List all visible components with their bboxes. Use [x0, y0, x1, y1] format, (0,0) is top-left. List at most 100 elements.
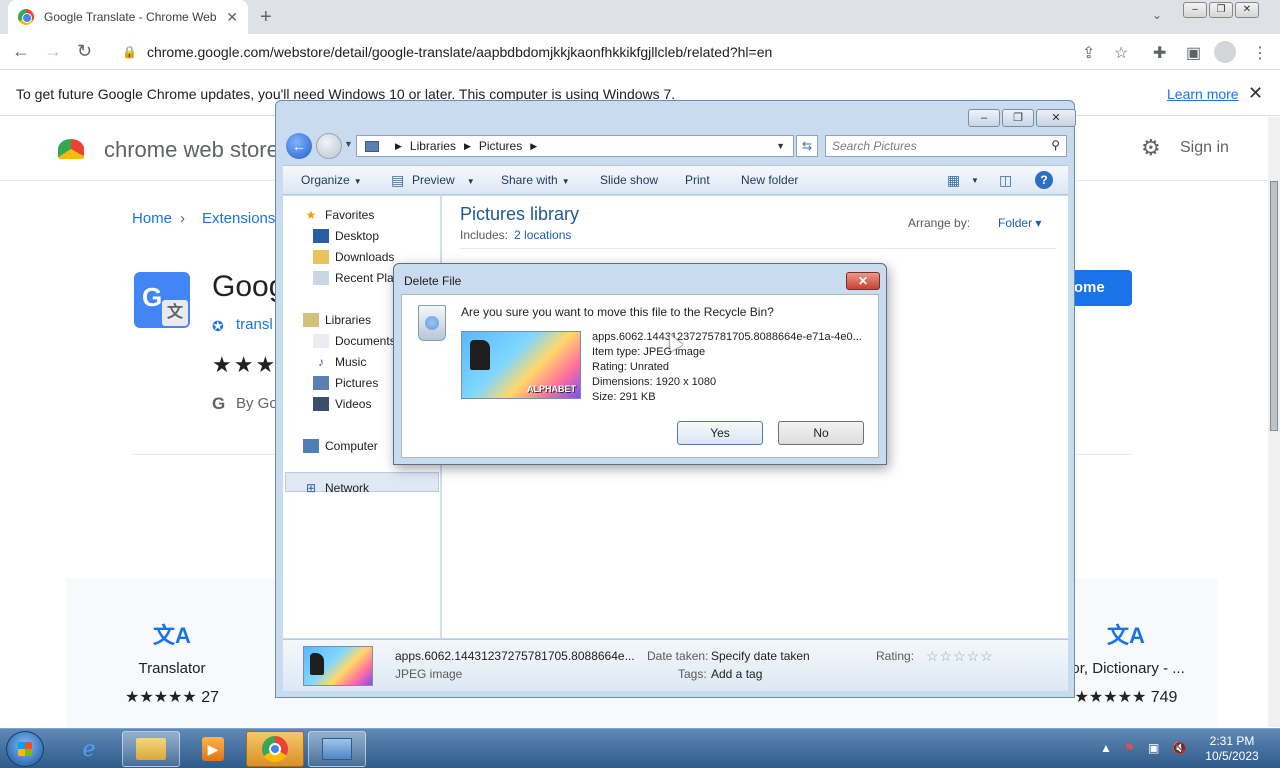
nav-item-downloads[interactable]: Downloads — [313, 250, 394, 264]
nav-item-recent-places[interactable]: Recent Plac — [313, 271, 400, 285]
webstore-title[interactable]: chrome web store — [104, 137, 279, 163]
dialog-question: Are you sure you want to move this file … — [461, 305, 774, 319]
browser-toolbar: ← → ↻ 🔒 chrome.google.com/webstore/detai… — [0, 34, 1280, 70]
dialog-close-button[interactable]: ✕ — [846, 272, 880, 290]
breadcrumb-pictures[interactable]: Pictures — [479, 139, 522, 153]
close-infobar-icon[interactable]: ✕ — [1248, 83, 1263, 104]
date-taken-label: Date taken: — [647, 649, 709, 663]
side-panel-icon[interactable]: ▣ — [1186, 43, 1201, 63]
share-icon[interactable]: ⇪ — [1082, 43, 1095, 63]
play-icon: ▶ — [202, 737, 224, 761]
related-card[interactable]: 文A Translator ★★★★★ 27 — [114, 618, 230, 707]
clock-time: 2:31 PM — [1209, 734, 1255, 748]
clock-date: 10/5/2023 — [1205, 749, 1259, 763]
breadcrumb-arrow-icon[interactable]: ▶ — [530, 141, 537, 152]
no-button[interactable]: No — [778, 421, 864, 445]
arrange-value: Folder — [998, 216, 1033, 230]
change-view-icon[interactable]: ▦ — [947, 172, 960, 189]
page-scrollbar[interactable] — [1268, 117, 1280, 727]
search-input[interactable]: Search Pictures ⚲ — [825, 135, 1067, 157]
folder-icon — [136, 738, 166, 760]
extension-site-link[interactable]: transl — [236, 316, 273, 333]
explorer-minimize-button[interactable]: – — [968, 109, 1000, 127]
explorer-forward-icon[interactable] — [316, 133, 342, 159]
search-icon[interactable]: ⚲ — [1051, 138, 1060, 152]
breadcrumb-extensions[interactable]: Extensions — [202, 210, 275, 227]
nav-item-network[interactable]: ⊞ Network — [303, 481, 369, 495]
system-clock[interactable]: 2:31 PM 10/5/2023 — [1204, 734, 1260, 764]
show-hidden-icons-icon[interactable]: ▲ — [1100, 741, 1112, 755]
profile-avatar[interactable] — [1214, 41, 1236, 63]
tab-search-chevron-icon[interactable]: ⌄ — [1152, 8, 1162, 22]
locations-link[interactable]: 2 locations — [514, 228, 571, 242]
nav-item-computer[interactable]: Computer — [303, 439, 378, 453]
share-with-button[interactable]: Share with ▼ — [501, 173, 570, 187]
address-bar[interactable]: 🔒 chrome.google.com/webstore/detail/goog… — [110, 38, 1110, 66]
minimize-window-button[interactable]: – — [1183, 2, 1207, 18]
network-tray-icon[interactable]: ▣ — [1148, 741, 1159, 755]
chrome-icon[interactable] — [246, 731, 304, 767]
refresh-icon[interactable]: ⇆ — [796, 135, 818, 157]
breadcrumb-libraries[interactable]: Libraries — [410, 139, 456, 153]
rating-stars-input[interactable]: ☆☆☆☆☆ — [926, 648, 994, 665]
nav-item-documents[interactable]: Documents — [313, 334, 396, 348]
arrange-by: Arrange by: Folder ▾ — [908, 216, 1041, 230]
explorer-address-bar[interactable]: ▶ Libraries ▶ Pictures ▶ ▼ — [356, 135, 794, 157]
reload-icon[interactable]: ↻ — [77, 41, 92, 62]
yes-button[interactable]: Yes — [677, 421, 763, 445]
gear-icon[interactable]: ⚙ — [1141, 135, 1161, 161]
breadcrumb-arrow-icon[interactable]: ▶ — [395, 141, 402, 152]
close-window-button[interactable]: ✕ — [1235, 2, 1259, 18]
breadcrumb-arrow-icon[interactable]: ▶ — [464, 141, 471, 152]
chrome-logo-center — [269, 743, 281, 755]
nav-item-desktop[interactable]: Desktop — [313, 229, 379, 243]
slide-show-button[interactable]: Slide show — [600, 173, 658, 187]
learn-more-link[interactable]: Learn more — [1167, 86, 1239, 102]
pictures-icon — [313, 376, 329, 390]
browser-tab[interactable]: Google Translate - Chrome Web ✕ — [8, 0, 248, 34]
nav-item-music[interactable]: ♪ Music — [313, 355, 366, 369]
volume-muted-icon[interactable]: 🔇 — [1172, 741, 1187, 755]
tags-field[interactable]: Add a tag — [711, 667, 762, 681]
sign-in-link[interactable]: Sign in — [1180, 139, 1229, 157]
address-dropdown-icon[interactable]: ▼ — [776, 141, 785, 151]
close-tab-icon[interactable]: ✕ — [226, 9, 238, 26]
back-icon[interactable]: ← — [12, 41, 30, 62]
nav-item-pictures[interactable]: Pictures — [313, 376, 378, 390]
date-taken-field[interactable]: Specify date taken — [711, 649, 810, 663]
extensions-puzzle-icon[interactable]: ✚ — [1153, 43, 1166, 63]
forward-icon[interactable]: → — [44, 41, 62, 62]
related-name: Translator — [138, 660, 206, 677]
nav-item-libraries[interactable]: Libraries — [303, 313, 371, 327]
organize-button[interactable]: Organize ▼ — [301, 173, 362, 187]
restore-window-button[interactable]: ❐ — [1209, 2, 1233, 18]
view-dropdown-icon[interactable]: ▼ — [971, 176, 979, 185]
preview-pane-icon[interactable]: ◫ — [999, 172, 1012, 189]
windows-explorer-icon[interactable] — [122, 731, 180, 767]
extension-publisher: By Go — [236, 395, 278, 412]
help-icon[interactable]: ? — [1035, 171, 1053, 189]
preview-button[interactable]: Preview ▼ — [412, 173, 475, 187]
related-card[interactable]: 文A tor, Dictionary - ... ★★★★★ 749 — [1056, 618, 1196, 707]
print-button[interactable]: Print — [685, 173, 710, 187]
explorer-close-button[interactable]: ✕ — [1036, 109, 1076, 127]
menu-kebab-icon[interactable]: ⋮ — [1252, 43, 1268, 63]
breadcrumb-home[interactable]: Home — [132, 210, 172, 227]
arrange-dropdown[interactable]: Folder ▾ — [984, 216, 1041, 230]
nav-item-videos[interactable]: Videos — [313, 397, 371, 411]
internet-explorer-icon[interactable]: ℯ — [60, 731, 118, 767]
explorer-back-icon[interactable]: ← — [286, 133, 312, 159]
nav-item-favorites[interactable]: ★ Favorites — [303, 208, 375, 222]
media-player-icon[interactable]: ▶ — [184, 731, 242, 767]
control-panel-icon[interactable] — [308, 731, 366, 767]
recent-pages-dropdown-icon[interactable]: ▼ — [344, 139, 353, 149]
scrollbar-thumb[interactable] — [1270, 181, 1278, 431]
new-folder-button[interactable]: New folder — [741, 173, 798, 187]
computer-icon — [303, 439, 319, 453]
explorer-maximize-button[interactable]: ❐ — [1002, 109, 1034, 127]
bookmark-star-icon[interactable]: ☆ — [1114, 43, 1128, 63]
new-tab-icon[interactable]: + — [260, 6, 272, 29]
windows-start-icon[interactable] — [6, 731, 44, 767]
action-center-flag-icon[interactable]: ⚑ — [1124, 741, 1135, 755]
videos-icon — [313, 397, 329, 411]
